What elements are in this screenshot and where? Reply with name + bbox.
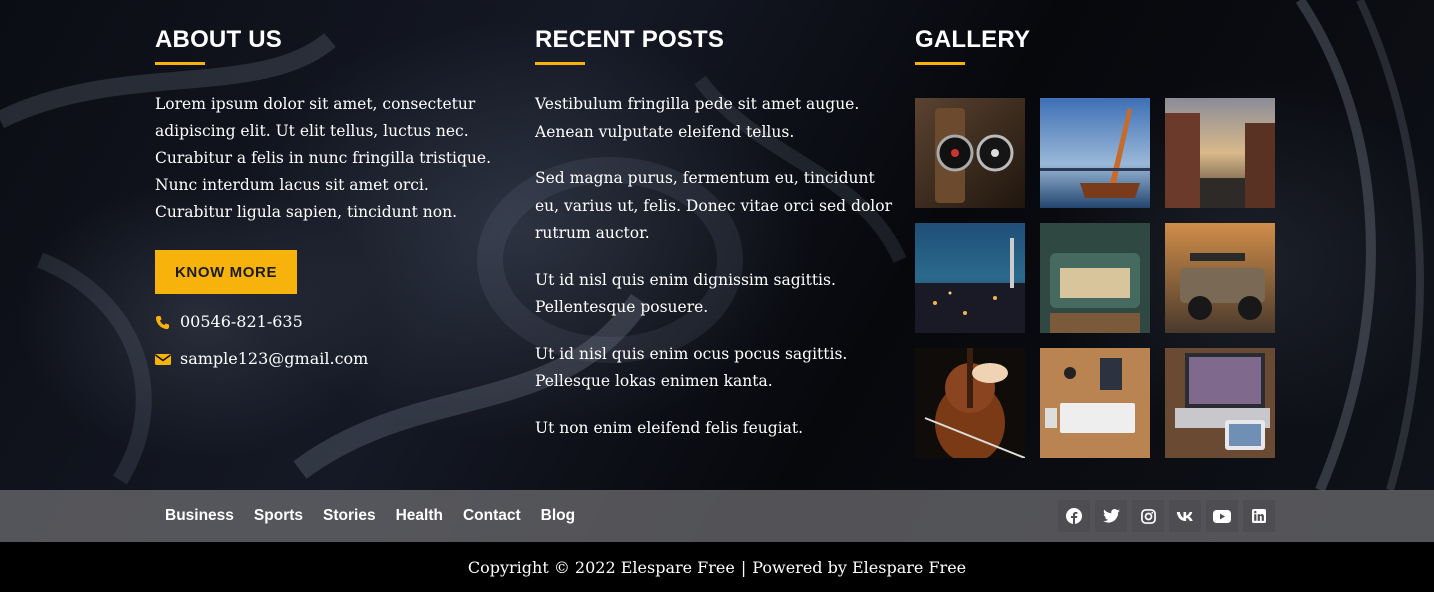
heading-underline	[155, 62, 205, 65]
recent-post-link[interactable]: Ut non enim eleifend felis feugiat.	[535, 415, 895, 443]
gallery-image-canal[interactable]	[1165, 98, 1275, 208]
phone-contact[interactable]: 00546-821-635	[155, 312, 505, 332]
gallery-image-watches[interactable]	[915, 98, 1025, 208]
phone-number: 00546-821-635	[180, 312, 303, 331]
facebook-icon[interactable]	[1058, 500, 1090, 532]
powered-by-text: Powered by Elespare Free	[752, 557, 967, 577]
gallery-image-city-night[interactable]	[915, 223, 1025, 333]
heading-underline	[535, 62, 585, 65]
gallery-widget: GALLERY	[915, 0, 1275, 458]
footer-separator: |	[740, 557, 747, 577]
nav-link-contact[interactable]: Contact	[463, 507, 521, 525]
nav-link-blog[interactable]: Blog	[541, 507, 575, 525]
footer-menu: Business Sports Stories Health Contact B…	[165, 490, 595, 542]
footer-widgets: ABOUT US Lorem ipsum dolor sit amet, con…	[0, 0, 1434, 490]
email-contact[interactable]: sample123@gmail.com	[155, 349, 505, 369]
gallery-image-laptop[interactable]	[1165, 348, 1275, 458]
linkedin-icon[interactable]	[1243, 500, 1275, 532]
phone-icon	[155, 314, 172, 331]
recent-posts-heading: RECENT POSTS	[535, 26, 725, 53]
recent-post-link[interactable]: Vestibulum fringilla pede sit amet augue…	[535, 91, 895, 146]
email-address: sample123@gmail.com	[180, 349, 369, 368]
gallery-image-typewriter[interactable]	[1040, 223, 1150, 333]
gallery-image-truck[interactable]	[1165, 223, 1275, 333]
about-us-widget: ABOUT US Lorem ipsum dolor sit amet, con…	[155, 0, 505, 369]
heading-underline	[915, 62, 965, 65]
social-links	[1053, 500, 1275, 532]
vk-icon[interactable]	[1169, 500, 1201, 532]
about-us-text: Lorem ipsum dolor sit amet, consectetur …	[155, 95, 492, 221]
recent-posts-widget: RECENT POSTS Vestibulum fringilla pede s…	[535, 0, 895, 461]
gallery-image-desk[interactable]	[1040, 348, 1150, 458]
recent-post-link[interactable]: Ut id nisl quis enim ocus pocus sagittis…	[535, 341, 895, 396]
footer-navbar: Business Sports Stories Health Contact B…	[0, 490, 1434, 542]
recent-posts-list: Vestibulum fringilla pede sit amet augue…	[535, 91, 895, 442]
twitter-icon[interactable]	[1095, 500, 1127, 532]
nav-link-stories[interactable]: Stories	[323, 507, 376, 525]
envelope-icon	[155, 351, 172, 368]
recent-post-link[interactable]: Ut id nisl quis enim dignissim sagittis.…	[535, 267, 895, 322]
recent-post-link[interactable]: Sed magna purus, fermentum eu, tincidunt…	[535, 165, 895, 248]
gallery-image-cello[interactable]	[915, 348, 1025, 458]
know-more-button[interactable]: KNOW MORE	[155, 250, 298, 294]
youtube-icon[interactable]	[1206, 500, 1238, 532]
nav-link-health[interactable]: Health	[396, 507, 443, 525]
gallery-image-harbor[interactable]	[1040, 98, 1150, 208]
about-us-heading: ABOUT US	[155, 26, 282, 53]
gallery-heading: GALLERY	[915, 26, 1031, 53]
nav-link-sports[interactable]: Sports	[254, 507, 303, 525]
nav-link-business[interactable]: Business	[165, 507, 234, 525]
instagram-icon[interactable]	[1132, 500, 1164, 532]
copyright-bar: Copyright © 2022 Elespare Free | Powered…	[0, 542, 1434, 592]
copyright-text: Copyright © 2022 Elespare Free	[467, 557, 735, 577]
gallery-grid	[915, 98, 1275, 458]
